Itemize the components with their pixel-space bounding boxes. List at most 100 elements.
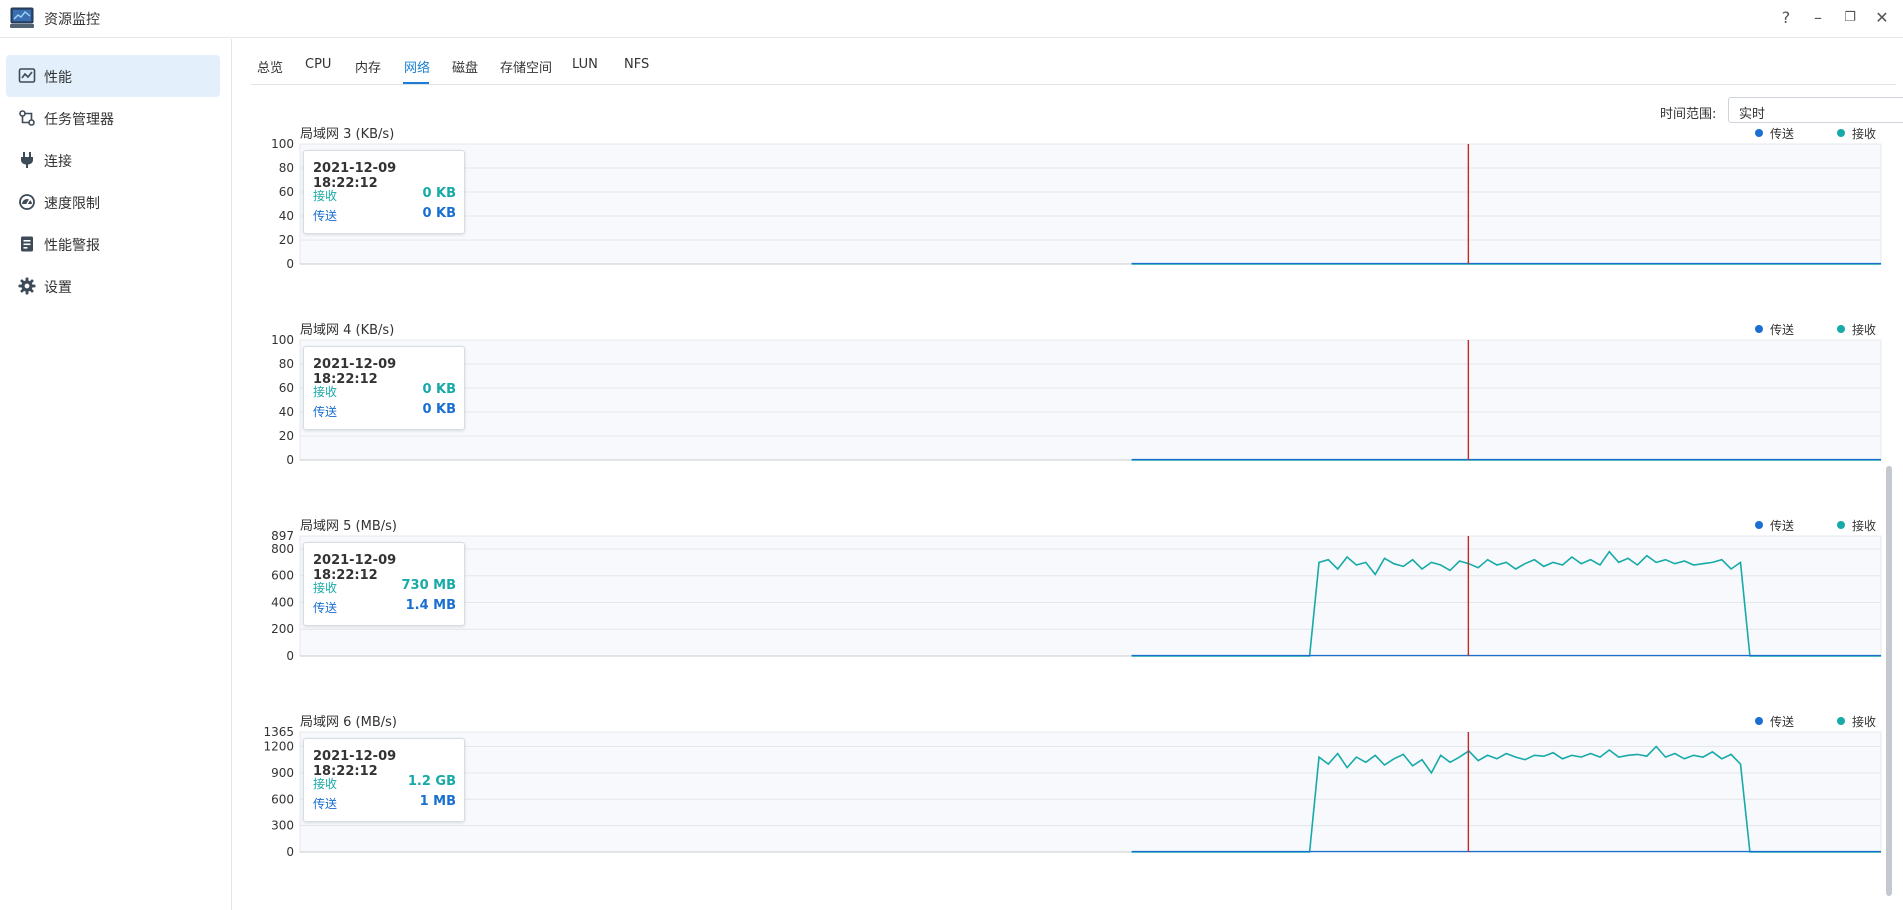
gear-icon — [18, 277, 36, 295]
help-icon[interactable]: ? — [1776, 8, 1796, 28]
active-tab-indicator — [403, 82, 429, 84]
y-tick-label: 20 — [279, 429, 294, 443]
plot-area — [299, 339, 1882, 461]
close-icon[interactable]: ✕ — [1872, 8, 1892, 28]
legend-send-marker — [1755, 325, 1763, 333]
sidebar-item-label: 设置 — [44, 280, 72, 296]
performance-icon — [18, 68, 36, 83]
minimize-icon[interactable]: – — [1808, 8, 1828, 28]
chart-title: 局域网 4 (KB/s) — [300, 323, 394, 338]
legend-receive-label: 接收 — [1852, 126, 1876, 141]
tab-disk[interactable]: 磁盘 — [452, 57, 478, 76]
tooltip-receive-label: 接收 — [313, 385, 338, 399]
speed-gauge-icon — [19, 194, 35, 210]
chart-title: 局域网 5 (MB/s) — [300, 519, 397, 534]
restore-icon[interactable]: ❐ — [1840, 8, 1860, 28]
sidebar-item-settings[interactable]: 设置 — [6, 265, 220, 307]
chart-tooltip: 2021-12-09 18:22:12 接收 0 KB 传送 0 KB — [303, 346, 465, 430]
legend-send-marker — [1755, 521, 1763, 529]
y-tick-label: 200 — [271, 622, 294, 636]
legend-receive-label: 接收 — [1852, 714, 1876, 729]
tab-network[interactable]: 网络 — [404, 57, 430, 76]
tooltip-receive-value: 730 MB — [401, 578, 456, 593]
tab-cpu[interactable]: CPU — [305, 57, 331, 72]
y-tick-label: 1365 — [263, 725, 294, 739]
tooltip-send-label: 传送 — [313, 797, 338, 811]
y-tick-label: 80 — [279, 161, 294, 175]
tooltip-receive-label: 接收 — [313, 777, 338, 791]
chart-title: 局域网 3 (KB/s) — [300, 127, 394, 142]
sidebar-item-task-manager[interactable]: 任务管理器 — [6, 97, 220, 139]
sidebar-item-label: 速度限制 — [44, 196, 100, 212]
legend-send-label: 传送 — [1770, 126, 1794, 141]
plot-area — [299, 535, 1882, 657]
sidebar-item-performance-alerts[interactable]: 性能警报 — [6, 223, 220, 265]
vertical-scrollbar[interactable] — [1886, 466, 1892, 896]
legend-send-label: 传送 — [1770, 518, 1794, 533]
legend-receive-marker — [1837, 325, 1845, 333]
resource-monitor-app-icon — [10, 7, 34, 28]
y-tick-label: 100 — [271, 137, 294, 151]
y-tick-label: 600 — [271, 569, 294, 583]
tab-divider — [251, 84, 1896, 85]
tooltip-send-value: 1.4 MB — [405, 598, 456, 613]
legend-send-marker — [1755, 717, 1763, 725]
tooltip-send-label: 传送 — [313, 405, 338, 419]
y-tick-label: 0 — [286, 649, 294, 663]
sidebar-item-label: 连接 — [44, 154, 72, 170]
tooltip-receive-label: 接收 — [313, 189, 338, 203]
chart-tooltip: 2021-12-09 18:22:12 接收 730 MB 传送 1.4 MB — [303, 542, 465, 626]
title-bar: 资源监控 ? – ❐ ✕ — [0, 0, 1903, 38]
app-title: 资源监控 — [44, 12, 100, 28]
y-tick-label: 1200 — [263, 740, 294, 754]
y-tick-label: 20 — [279, 233, 294, 247]
plug-icon — [21, 152, 33, 168]
y-tick-label: 400 — [271, 595, 294, 609]
tooltip-send-value: 0 KB — [422, 402, 456, 417]
y-tick-label: 60 — [279, 185, 294, 199]
legend-send-label: 传送 — [1770, 714, 1794, 729]
chart-tooltip: 2021-12-09 18:22:12 接收 0 KB 传送 0 KB — [303, 150, 465, 234]
y-tick-label: 0 — [286, 845, 294, 859]
tooltip-receive-value: 0 KB — [422, 186, 456, 201]
tab-nfs[interactable]: NFS — [624, 57, 649, 72]
tab-overview[interactable]: 总览 — [257, 57, 283, 76]
y-tick-label: 897 — [271, 529, 294, 543]
tab-lun[interactable]: LUN — [572, 57, 598, 72]
sidebar-item-label: 性能警报 — [44, 238, 100, 254]
y-tick-label: 600 — [271, 792, 294, 806]
y-tick-label: 300 — [271, 819, 294, 833]
legend-send-label: 传送 — [1770, 322, 1794, 337]
tooltip-send-label: 传送 — [313, 209, 338, 223]
legend-receive-label: 接收 — [1852, 518, 1876, 533]
y-tick-label: 800 — [271, 542, 294, 556]
plot-area — [299, 143, 1882, 265]
legend-receive-marker — [1837, 717, 1845, 725]
legend-receive-marker — [1837, 521, 1845, 529]
tab-memory[interactable]: 内存 — [355, 57, 381, 76]
y-tick-label: 100 — [271, 333, 294, 347]
legend-send-marker — [1755, 129, 1763, 137]
tooltip-send-value: 0 KB — [422, 206, 456, 221]
y-tick-label: 40 — [279, 209, 294, 223]
chart-title: 局域网 6 (MB/s) — [300, 715, 397, 730]
legend-receive-marker — [1837, 129, 1845, 137]
y-tick-label: 900 — [271, 766, 294, 780]
tooltip-send-value: 1 MB — [419, 794, 456, 809]
sidebar-item-label: 任务管理器 — [44, 112, 114, 128]
clipboard-alert-icon — [21, 236, 33, 252]
tab-storage-volume[interactable]: 存储空间 — [500, 57, 552, 76]
sidebar-item-connections[interactable]: 连接 — [6, 139, 220, 181]
y-tick-label: 0 — [286, 453, 294, 467]
tooltip-send-label: 传送 — [313, 601, 338, 615]
chart-tooltip: 2021-12-09 18:22:12 接收 1.2 GB 传送 1 MB — [303, 738, 465, 822]
y-tick-label: 60 — [279, 381, 294, 395]
legend-receive-label: 接收 — [1852, 322, 1876, 337]
sidebar-item-label: 性能 — [44, 70, 72, 86]
network-charts: 局域网 3 (KB/s) 传送 接收020406080100局域网 4 (KB/s)… — [263, 126, 1882, 859]
y-tick-label: 40 — [279, 405, 294, 419]
sidebar-item-speed-limit[interactable]: 速度限制 — [6, 181, 220, 223]
plot-area — [299, 731, 1882, 853]
y-tick-label: 0 — [286, 257, 294, 271]
sidebar-item-performance[interactable]: 性能 — [6, 55, 220, 97]
